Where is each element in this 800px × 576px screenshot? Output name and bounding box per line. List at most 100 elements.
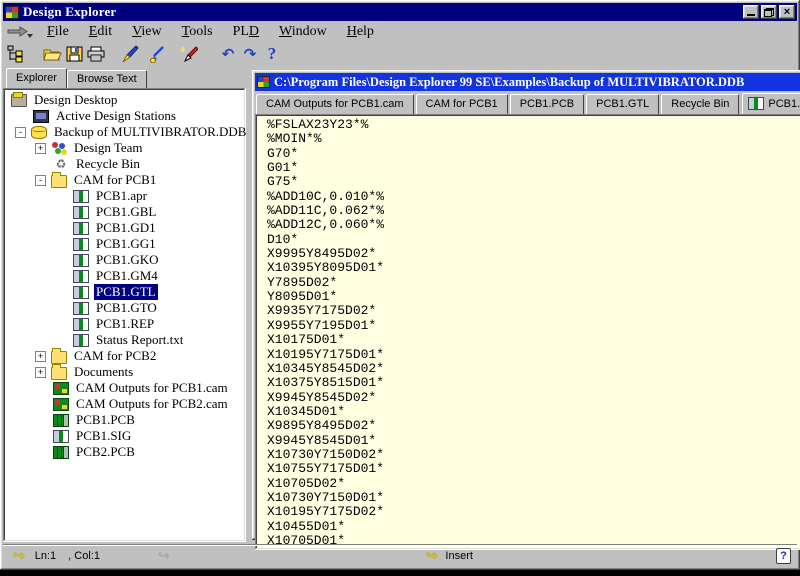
document-icon [257,76,270,88]
tree-item-label: Documents [72,364,135,380]
main-titlebar[interactable]: Design Explorer × [3,3,797,21]
tree-item-label: Recycle Bin [74,156,142,172]
tree-item-pcb1-rep[interactable]: PCB1.REP [5,316,244,332]
tree-item-pcb1-gg1[interactable]: PCB1.GG1 [5,236,244,252]
undo-button[interactable]: ↶ [217,43,239,65]
tree-item-label: Backup of MULTIVIBRATOR.DDB [52,124,246,140]
doc-tab-cam-for-pcb1[interactable]: CAM for PCB1 [416,94,508,114]
design-tree: Design Desktop Active Design Stations - B… [3,88,246,542]
minimize-button[interactable] [743,5,759,19]
text-editor-area: %FSLAX23Y23*% %MOIN*% G70* G01* G75* %AD… [255,114,800,550]
mdi-area: C:\Program Files\Design Explorer 99 SE\E… [252,66,800,542]
floppy-icon [66,46,83,62]
tree-item-pcb1-pcb[interactable]: PCB1.PCB [5,412,244,428]
tree-item-pcb1-gtl-selected[interactable]: PCB1.GTL [5,284,244,300]
tree-item-active-design-stations[interactable]: Active Design Stations [5,108,244,124]
probe-button[interactable] [145,43,167,65]
tree-item-pcb1-sig[interactable]: PCB1.SIG [5,428,244,444]
menu-bar: File Edit View Tools PLD Window Help [3,22,797,42]
document-tab-strip: CAM Outputs for PCB1.cam CAM for PCB1 PC… [255,91,800,114]
folder-icon [51,175,67,188]
workstation-icon [33,110,49,123]
tree-item-label: PCB1.GTO [94,300,159,316]
menu-view[interactable]: View [122,23,172,41]
tree-item-design-team[interactable]: + Design Team [5,140,244,156]
document-icon [748,97,764,110]
gerber-text-editor[interactable]: %FSLAX23Y23*% %MOIN*% G70* G01* G75* %AD… [257,116,800,548]
pcb-icon [53,414,69,427]
tree-item-recycle-bin[interactable]: ♻Recycle Bin [5,156,244,172]
folder-icon [51,367,67,380]
explorer-panel: Explorer Browse Text Design Desktop Acti… [3,66,246,542]
expander-plus-icon[interactable]: + [35,367,46,378]
tab-browse-text[interactable]: Browse Text [67,70,147,88]
tab-explorer[interactable]: Explorer [6,68,67,88]
restore-button[interactable] [761,5,777,19]
doc-tab-pcb1-gtl[interactable]: PCB1.GTL [586,94,659,114]
tree-item-label: Design Team [72,140,145,156]
document-icon [53,430,69,443]
tree-item-design-desktop[interactable]: Design Desktop [5,92,244,108]
open-button[interactable] [41,43,63,65]
menu-window[interactable]: Window [269,23,337,41]
doc-tab-pcb1-pcb[interactable]: PCB1.PCB [510,94,584,114]
save-button[interactable] [63,43,85,65]
tree-item-backup-ddb[interactable]: - Backup of MULTIVIBRATOR.DDB [5,124,244,140]
cam-output-icon [53,398,69,411]
menu-file[interactable]: File [37,23,79,41]
tree-item-label: PCB2.PCB [74,444,137,460]
tree-item-cam-outputs-pcb2[interactable]: CAM Outputs for PCB2.cam [5,396,244,412]
help-button[interactable]: ? [261,43,283,65]
menu-arrow-icon[interactable] [3,26,37,39]
printer-icon [87,46,105,62]
doc-tab-pcb1-gtl-active[interactable]: PCB1.GTL [742,93,800,114]
tree-item-pcb1-gto[interactable]: PCB1.GTO [5,300,244,316]
tree-item-status-report[interactable]: Status Report.txt [5,332,244,348]
cut-button[interactable] [119,43,141,65]
tree-item-pcb1-gd1[interactable]: PCB1.GD1 [5,220,244,236]
tree-item-label: Active Design Stations [54,108,178,124]
tree-item-label: PCB1.GM4 [94,268,160,284]
doc-tab-cam-outputs-pcb1[interactable]: CAM Outputs for PCB1.cam [256,94,414,114]
goto-marker-gray-icon: ↪ [158,548,170,564]
tree-item-cam-for-pcb2[interactable]: +CAM for PCB2 [5,348,244,364]
document-title: C:\Program Files\Design Explorer 99 SE\E… [274,75,800,90]
menu-pld[interactable]: PLD [223,23,269,41]
document-icon [73,222,89,235]
main-area: Explorer Browse Text Design Desktop Acti… [3,66,797,542]
cam-output-icon [53,382,69,395]
document-titlebar[interactable]: C:\Program Files\Design Explorer 99 SE\E… [255,73,800,91]
database-icon [31,126,47,139]
expander-minus-icon[interactable]: - [35,175,46,186]
print-button[interactable] [85,43,107,65]
insert-mode-indicator: Insert [445,550,473,562]
menu-edit[interactable]: Edit [79,23,122,41]
knife-icon [121,45,139,63]
tree-item-label: PCB1.GG1 [94,236,158,252]
expander-minus-icon[interactable]: - [15,127,26,138]
close-button[interactable]: × [779,5,795,19]
doc-tab-recycle-bin[interactable]: Recycle Bin [661,94,739,114]
toolbar: ↶ ↷ ? [3,42,797,66]
goto-marker-icon: ↪ [13,548,25,564]
probe-icon [147,45,165,63]
menu-help[interactable]: Help [337,23,384,41]
pcb-icon [53,446,69,459]
explorer-toggle-button[interactable] [5,43,27,65]
status-help-icon[interactable]: ? [776,548,791,564]
menu-tools[interactable]: Tools [172,23,223,41]
tree-item-cam-outputs-pcb1[interactable]: CAM Outputs for PCB1.cam [5,380,244,396]
tree-item-pcb1-gbl[interactable]: PCB1.GBL [5,204,244,220]
redo-button[interactable]: ↷ [239,43,261,65]
expander-plus-icon[interactable]: + [35,143,46,154]
panel-tab-strip: Explorer Browse Text [3,66,246,88]
document-icon [73,206,89,219]
tree-item-cam-for-pcb1[interactable]: -CAM for PCB1 [5,172,244,188]
tree-item-documents[interactable]: + Documents [5,364,244,380]
tree-item-pcb2-pcb[interactable]: PCB2.PCB [5,444,244,460]
tree-item-pcb1-apr[interactable]: PCB1.apr [5,188,244,204]
tree-item-pcb1-gm4[interactable]: PCB1.GM4 [5,268,244,284]
tree-item-pcb1-gko[interactable]: PCB1.GKO [5,252,244,268]
wizard-button[interactable] [177,43,199,65]
expander-plus-icon[interactable]: + [35,351,46,362]
